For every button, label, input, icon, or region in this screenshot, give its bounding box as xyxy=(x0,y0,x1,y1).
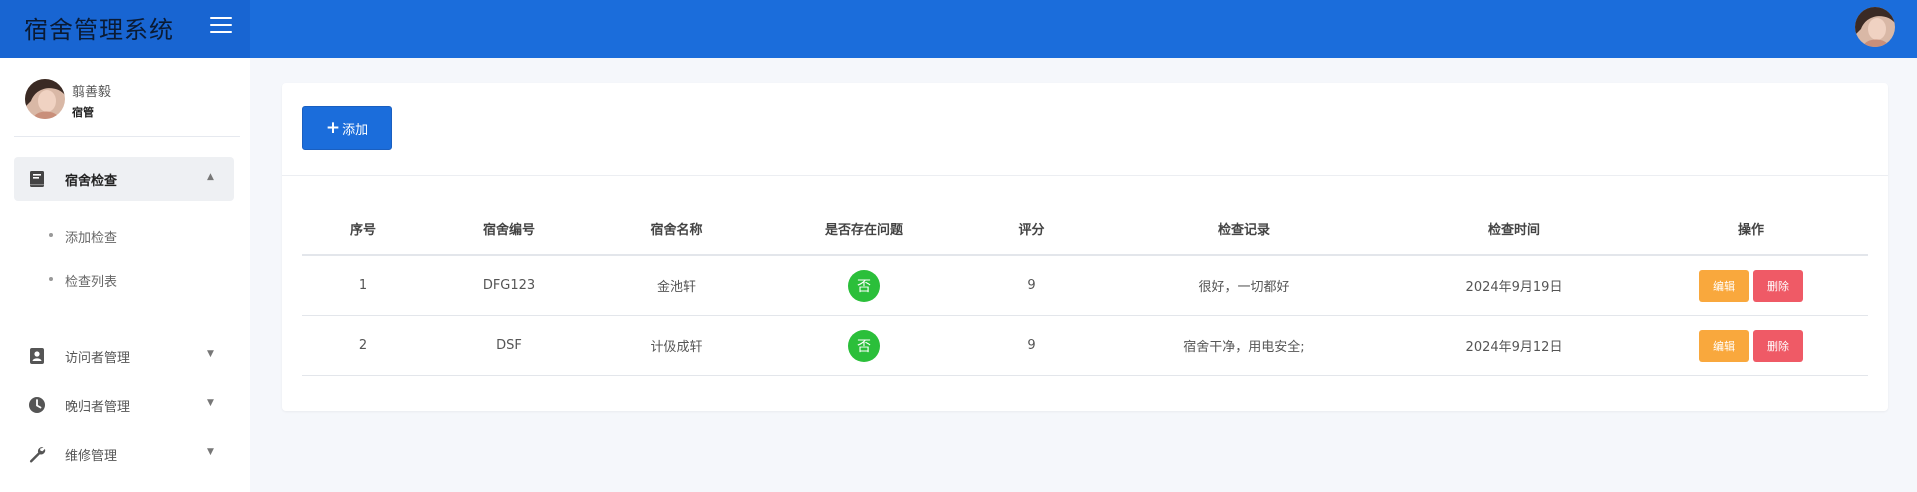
add-button-label: 添加 xyxy=(342,122,369,138)
cell-dorm-name: 金池轩 xyxy=(656,280,696,295)
sidebar-item-label: 访问者管理 xyxy=(65,351,131,366)
cell-actions: 编辑 删除 xyxy=(1634,256,1868,315)
sidebar-divider xyxy=(14,136,240,137)
app-title: 宿舍管理系统 xyxy=(24,16,174,44)
table-row: 1 DFG123 金池轩 否 9 很好，一切都好 2024年9月19日 编辑 删… xyxy=(302,256,1868,316)
status-badge: 否 xyxy=(848,269,880,302)
cell-has-issue: 否 xyxy=(759,316,969,375)
user-name: 翦善毅 xyxy=(72,85,112,100)
cell-record: 很好，一切都好 xyxy=(1198,280,1290,295)
chevron-up-icon: ▲ xyxy=(207,172,214,182)
sidebar-item-late-return-management[interactable]: 晚归者管理 ▼ xyxy=(14,385,234,425)
cell-score: 9 xyxy=(1027,278,1036,293)
column-header-score: 评分 xyxy=(1018,223,1045,238)
cell-index: 2 xyxy=(358,338,368,353)
delete-button[interactable]: 删除 xyxy=(1753,269,1803,302)
sidebar: 翦善毅 宿管 宿舍检查 ▲ 添加检查 检查列表 访问者管理 ▼ 晚归者管理 ▼ … xyxy=(0,58,250,492)
book-icon xyxy=(30,171,44,187)
add-button[interactable]: + 添加 xyxy=(302,106,392,150)
plus-icon: + xyxy=(325,118,341,138)
cell-score: 9 xyxy=(1027,338,1036,353)
wrench-icon xyxy=(29,447,46,463)
user-role: 宿管 xyxy=(72,106,94,119)
sidebar-item-dorm-inspection[interactable]: 宿舍检查 ▲ xyxy=(14,157,234,201)
cell-has-issue: 否 xyxy=(759,256,969,315)
table-row: 2 DSF 计伋成轩 否 9 宿舍干净，用电安全; 2024年9月12日 编辑 … xyxy=(302,316,1868,376)
sidebar-item-label: 宿舍检查 xyxy=(65,174,118,189)
edit-button[interactable]: 编辑 xyxy=(1699,269,1749,302)
column-header-actions: 操作 xyxy=(1737,223,1764,238)
sidebar-subitem-add-inspection[interactable]: 添加检查 xyxy=(65,227,117,246)
sidebar-item-label: 晚归者管理 xyxy=(65,400,131,415)
bullet-icon xyxy=(49,233,53,237)
card-toolbar: + 添加 xyxy=(282,83,1888,176)
brand-area: 宿舍管理系统 xyxy=(0,0,250,58)
cell-dorm-name: 计伋成轩 xyxy=(650,340,703,355)
column-header-time: 检查时间 xyxy=(1487,223,1540,238)
column-header-has-issue: 是否存在问题 xyxy=(824,223,903,238)
sidebar-subitem-inspection-list[interactable]: 检查列表 xyxy=(65,271,117,290)
user-panel: 翦善毅 宿管 xyxy=(0,58,250,136)
cell-actions: 编辑 删除 xyxy=(1634,316,1868,375)
delete-button[interactable]: 删除 xyxy=(1753,329,1803,362)
cell-index: 1 xyxy=(358,278,368,293)
column-header-record: 检查记录 xyxy=(1217,223,1270,238)
clock-icon xyxy=(29,397,45,413)
inspection-list-card: + 添加 序号 宿舍编号 宿舍名称 是否存在问题 评分 检查记录 检查时间 操作… xyxy=(282,83,1888,411)
status-badge: 否 xyxy=(848,329,880,362)
table-header-row: 序号 宿舍编号 宿舍名称 是否存在问题 评分 检查记录 检查时间 操作 xyxy=(302,203,1868,256)
column-header-index: 序号 xyxy=(349,223,376,238)
contact-card-icon xyxy=(30,348,44,364)
edit-button[interactable]: 编辑 xyxy=(1699,329,1749,362)
cell-time: 2024年9月19日 xyxy=(1465,280,1563,295)
bullet-icon xyxy=(49,277,53,281)
hamburger-menu-icon[interactable] xyxy=(210,17,232,37)
cell-record: 宿舍干净，用电安全; xyxy=(1183,340,1305,355)
cell-dorm-no: DSF xyxy=(496,338,522,353)
top-avatar[interactable] xyxy=(1855,7,1895,47)
chevron-down-icon: ▼ xyxy=(207,447,214,457)
top-header: 宿舍管理系统 xyxy=(0,0,1917,58)
chevron-down-icon: ▼ xyxy=(207,398,214,408)
sidebar-item-label: 维修管理 xyxy=(65,449,118,464)
sidebar-item-visitor-management[interactable]: 访问者管理 ▼ xyxy=(14,336,234,376)
cell-dorm-no: DFG123 xyxy=(482,278,536,293)
cell-time: 2024年9月12日 xyxy=(1465,340,1563,355)
column-header-dorm-no: 宿舍编号 xyxy=(482,223,535,238)
avatar xyxy=(25,79,65,119)
column-header-dorm-name: 宿舍名称 xyxy=(650,223,703,238)
chevron-down-icon: ▼ xyxy=(207,349,214,359)
sidebar-item-repair-management[interactable]: 维修管理 ▼ xyxy=(14,434,234,474)
